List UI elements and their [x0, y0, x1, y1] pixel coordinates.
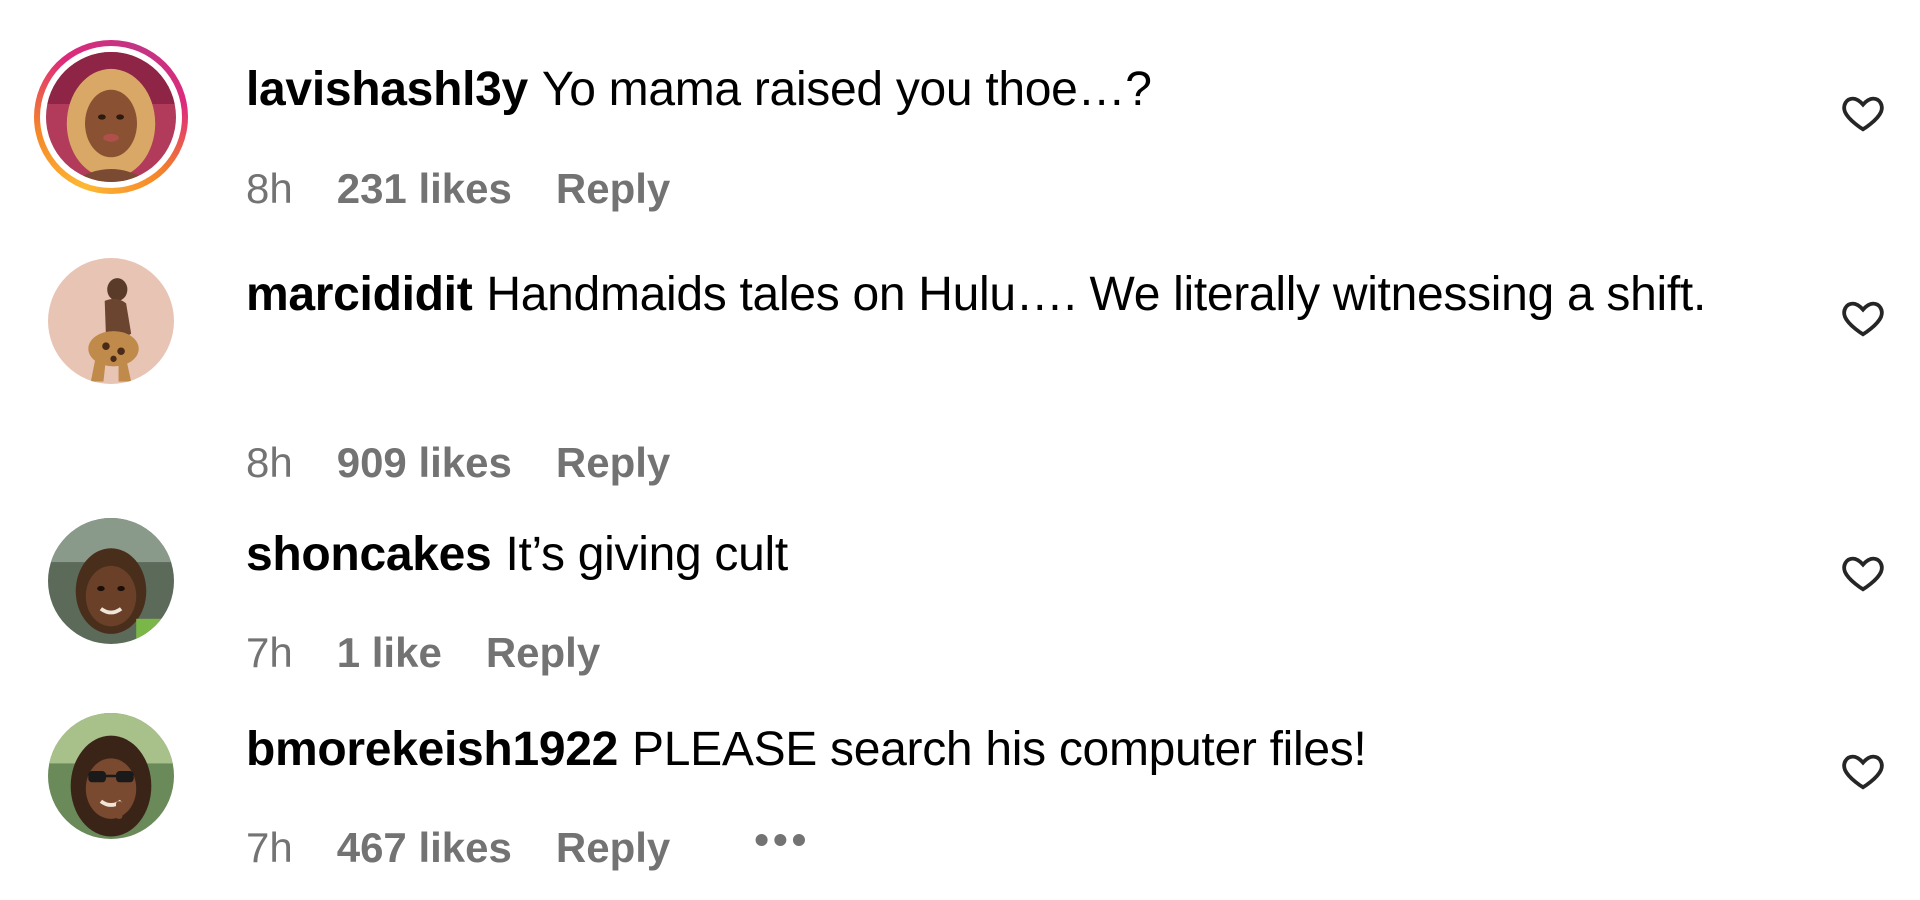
comment-likes[interactable]: 467 likes	[337, 823, 512, 873]
comment-time[interactable]: 7h	[246, 823, 293, 873]
comment-username[interactable]: lavishashl3y	[246, 63, 528, 116]
comment-likes[interactable]: 1 like	[337, 628, 442, 678]
comment-text: It’s giving cult	[505, 528, 788, 581]
heart-outline-icon[interactable]	[1840, 748, 1886, 794]
reply-button[interactable]: Reply	[486, 628, 600, 678]
comment-body: shoncakes It’s giving cult	[246, 520, 1786, 590]
comment-text: PLEASE search his computer files!	[632, 723, 1367, 776]
avatar-ring-gap	[40, 46, 182, 188]
reply-button[interactable]: Reply	[556, 164, 670, 214]
comment-body: bmorekeish1922 PLEASE search his computer…	[246, 715, 1786, 785]
comment-text: Handmaids tales on Hulu…. We literally w…	[486, 268, 1706, 321]
avatar-photo-bmorekeish1922	[48, 713, 174, 839]
avatar-story-ring[interactable]	[34, 40, 188, 194]
comment-meta: 7h 467 likes Reply •••	[246, 816, 854, 873]
comment-body: lavishashl3y Yo mama raised you thoe…?	[246, 55, 1786, 125]
more-options-icon[interactable]: •••	[754, 815, 810, 865]
avatar[interactable]	[48, 713, 174, 839]
reply-button[interactable]: Reply	[556, 823, 670, 873]
comment-text: Yo mama raised you thoe…?	[541, 63, 1152, 116]
reply-button[interactable]: Reply	[556, 438, 670, 488]
avatar[interactable]	[48, 518, 174, 644]
comment-time[interactable]: 8h	[246, 438, 293, 488]
avatar-photo-shoncakes	[48, 518, 174, 644]
avatar[interactable]	[48, 258, 174, 384]
comment-time[interactable]: 7h	[246, 628, 293, 678]
heart-outline-icon[interactable]	[1840, 550, 1886, 596]
comment-meta: 8h 231 likes Reply	[246, 164, 714, 214]
comment-likes[interactable]: 231 likes	[337, 164, 512, 214]
comment-username[interactable]: marcididit	[246, 268, 473, 321]
comment-meta: 8h 909 likes Reply	[246, 438, 714, 488]
avatar-photo-lavishashl3y	[46, 52, 176, 182]
avatar-photo-marcididit	[48, 258, 174, 384]
avatar	[46, 52, 176, 182]
comment-time[interactable]: 8h	[246, 164, 293, 214]
comment-meta: 7h 1 like Reply	[246, 628, 644, 678]
comment-likes[interactable]: 909 likes	[337, 438, 512, 488]
comment-username[interactable]: bmorekeish1922	[246, 723, 618, 776]
comment-body: marcididit Handmaids tales on Hulu…. We l…	[246, 260, 1786, 330]
heart-outline-icon[interactable]	[1840, 90, 1886, 136]
comment-username[interactable]: shoncakes	[246, 528, 492, 581]
heart-outline-icon[interactable]	[1840, 295, 1886, 341]
